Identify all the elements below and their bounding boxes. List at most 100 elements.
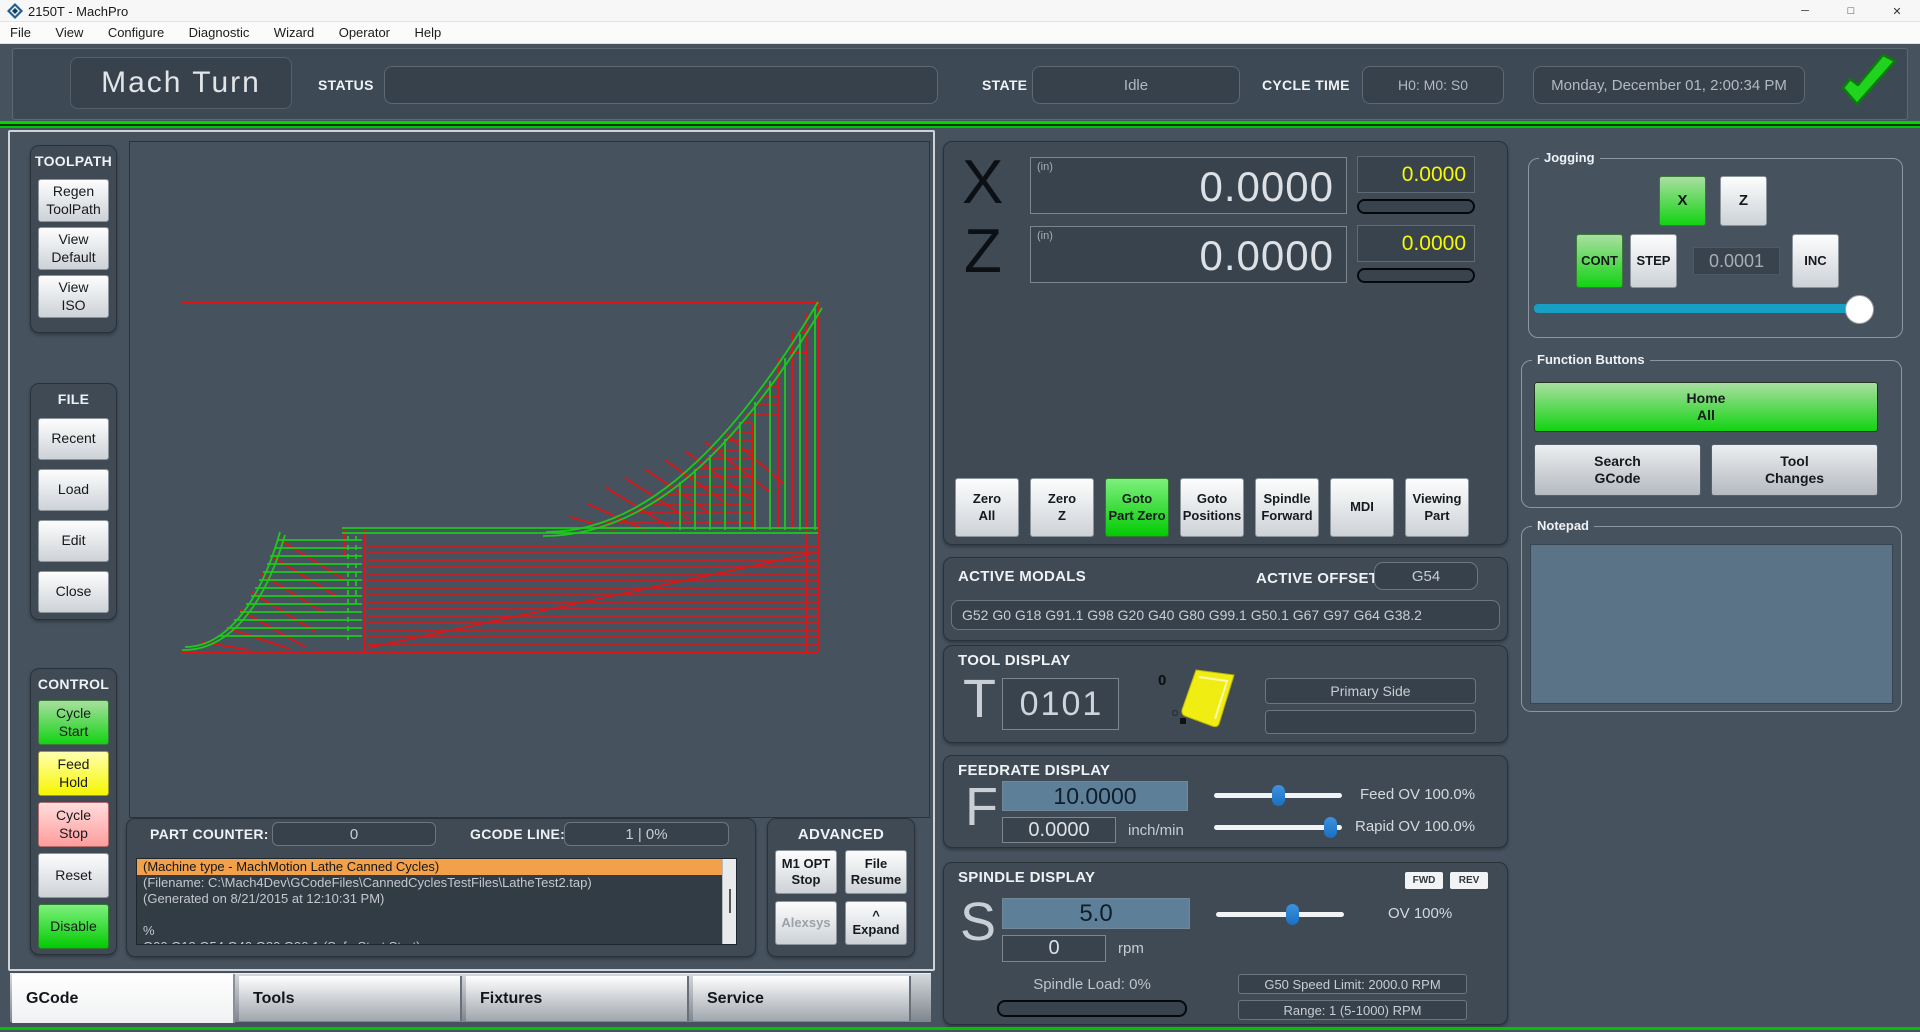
goto-positions-button[interactable]: Goto Positions [1180,478,1244,537]
home-all-button[interactable]: Home All [1534,382,1878,432]
spindle-speed-limit: G50 Speed Limit: 2000.0 RPM [1238,974,1467,994]
jog-axis-z-button[interactable]: Z [1720,176,1767,226]
toolpath-display[interactable] [129,141,930,818]
file-recent-button[interactable]: Recent [38,418,109,460]
file-resume-button[interactable]: File Resume [845,850,907,894]
rapid-override-slider[interactable] [1214,825,1342,830]
jog-speed-handle[interactable] [1845,295,1874,324]
cycle-time-label: CYCLE TIME [1262,77,1350,93]
feed-override-slider[interactable] [1214,793,1342,798]
file-load-button[interactable]: Load [38,469,109,511]
rapid-ov-label: Rapid OV 100.0% [1355,818,1475,835]
jog-inc-button[interactable]: INC [1792,234,1839,288]
axis-x-progress [1357,199,1475,214]
file-close-button[interactable]: Close [38,571,109,613]
expand-button[interactable]: ^ Expand [845,901,907,945]
zero-z-button[interactable]: Zero Z [1030,478,1094,537]
reset-button[interactable]: Reset [38,853,109,898]
jog-cont-button[interactable]: CONT [1576,234,1623,288]
gcode-row[interactable]: (Filename: C:\Mach4Dev\GCodeFiles\Canned… [137,875,736,891]
tool-number-box: 0101 [1002,678,1119,730]
spindle-override-slider[interactable] [1216,912,1344,917]
state-field: Idle [1032,66,1240,104]
spindle-letter: S [960,895,996,949]
gcode-row-current[interactable]: (Machine type - MachMotion Lathe Canned … [137,859,736,875]
menu-view[interactable]: View [45,22,93,43]
gcode-row[interactable]: (Generated on 8/21/2015 at 12:10:31 PM) [137,891,736,907]
rapid-override-handle[interactable] [1324,817,1337,838]
axis-z-dtg: 0.0000 [1357,225,1475,262]
jog-axis-x-button[interactable]: X [1659,176,1706,226]
mach-turn-logo: Mach Turn [70,57,292,109]
view-default-button[interactable]: View Default [38,227,109,270]
tab-tools[interactable]: Tools [239,976,462,1021]
menu-file[interactable]: File [0,22,41,43]
close-icon[interactable]: ✕ [1874,0,1920,22]
cycle-stop-button[interactable]: Cycle Stop [38,802,109,847]
spindle-forward-button[interactable]: Spindle Forward [1255,478,1319,537]
axis-x-units: (in) [1037,161,1053,173]
menu-wizard[interactable]: Wizard [264,22,324,43]
notepad-textarea[interactable] [1530,544,1893,704]
m1-opt-stop-button[interactable]: M1 OPT Stop [775,850,837,894]
jog-speed-slider[interactable] [1534,304,1874,313]
spindle-programmed: 5.0 [1002,898,1190,929]
status-label: STATUS [318,77,374,93]
gcode-row[interactable]: G00 G18 G54 G40 G80 G90.1 (Safe Start St… [137,939,736,945]
spindle-title: SPINDLE DISPLAY [958,869,1095,886]
minimize-icon[interactable]: ─ [1782,0,1828,22]
file-panel-title: FILE [30,391,117,407]
cycle-start-button[interactable]: Cycle Start [38,700,109,745]
axis-x-dtg: 0.0000 [1357,156,1475,193]
alexsys-button[interactable]: Alexsys [775,901,837,945]
feedrate-letter: F [965,780,998,834]
tool-changes-button[interactable]: Tool Changes [1711,444,1878,496]
advanced-panel-title: ADVANCED [767,826,915,843]
spindle-fwd-button[interactable]: FWD [1405,872,1443,889]
search-gcode-button[interactable]: Search GCode [1534,444,1701,496]
axis-x-dtg-value: 0.0000 [1402,163,1466,187]
menu-bar: File View Configure Diagnostic Wizard Op… [0,22,1920,44]
tool-number: 0101 [1003,685,1120,724]
gcode-row[interactable]: % [137,923,736,939]
tool-display-title: TOOL DISPLAY [958,652,1071,669]
mdi-button[interactable]: MDI [1330,478,1394,537]
feed-hold-button[interactable]: Feed Hold [38,751,109,796]
feedrate-units: inch/min [1128,822,1184,839]
menu-configure[interactable]: Configure [98,22,174,43]
menu-help[interactable]: Help [404,22,451,43]
jog-increment-field[interactable]: 0.0001 [1693,247,1780,275]
toolpath-canvas [130,142,931,819]
tab-fixtures[interactable]: Fixtures [466,976,689,1021]
cycle-time-field: H0: M0: S0 [1362,66,1504,104]
gcode-row[interactable] [137,907,736,923]
regen-toolpath-button[interactable]: Regen ToolPath [38,179,109,222]
view-iso-button[interactable]: View ISO [38,275,109,318]
file-edit-button[interactable]: Edit [38,520,109,562]
gcode-scrollbar[interactable] [722,859,736,945]
zero-all-button[interactable]: Zero All [955,478,1019,537]
axis-z-value: 0.0000 [1200,232,1334,280]
viewing-part-button[interactable]: Viewing Part [1405,478,1469,537]
maximize-icon[interactable]: □ [1828,0,1874,22]
tool-insert-icon [1172,668,1240,730]
axis-z-dtg-value: 0.0000 [1402,232,1466,256]
active-modals-title: ACTIVE MODALS [958,568,1086,585]
part-counter-value: 0 [272,822,436,846]
gcode-listing[interactable]: (Machine type - MachMotion Lathe Canned … [136,858,737,945]
tab-service[interactable]: Service [693,976,911,1021]
menu-diagnostic[interactable]: Diagnostic [179,22,260,43]
jog-step-button[interactable]: STEP [1630,234,1677,288]
feed-override-handle[interactable] [1272,785,1285,806]
spindle-range: Range: 1 (5-1000) RPM [1238,1000,1467,1020]
spindle-override-handle[interactable] [1286,904,1299,925]
menu-operator[interactable]: Operator [329,22,400,43]
disable-button[interactable]: Disable [38,904,109,949]
jogging-title: Jogging [1539,150,1600,165]
spindle-rev-button[interactable]: REV [1450,872,1488,889]
goto-part-zero-button[interactable]: Goto Part Zero [1105,478,1169,537]
gcode-line-label: GCODE LINE: [470,826,565,842]
function-buttons-title: Function Buttons [1532,352,1650,367]
spindle-load-label: Spindle Load: 0% [997,976,1187,993]
tab-gcode[interactable]: GCode [12,974,235,1023]
